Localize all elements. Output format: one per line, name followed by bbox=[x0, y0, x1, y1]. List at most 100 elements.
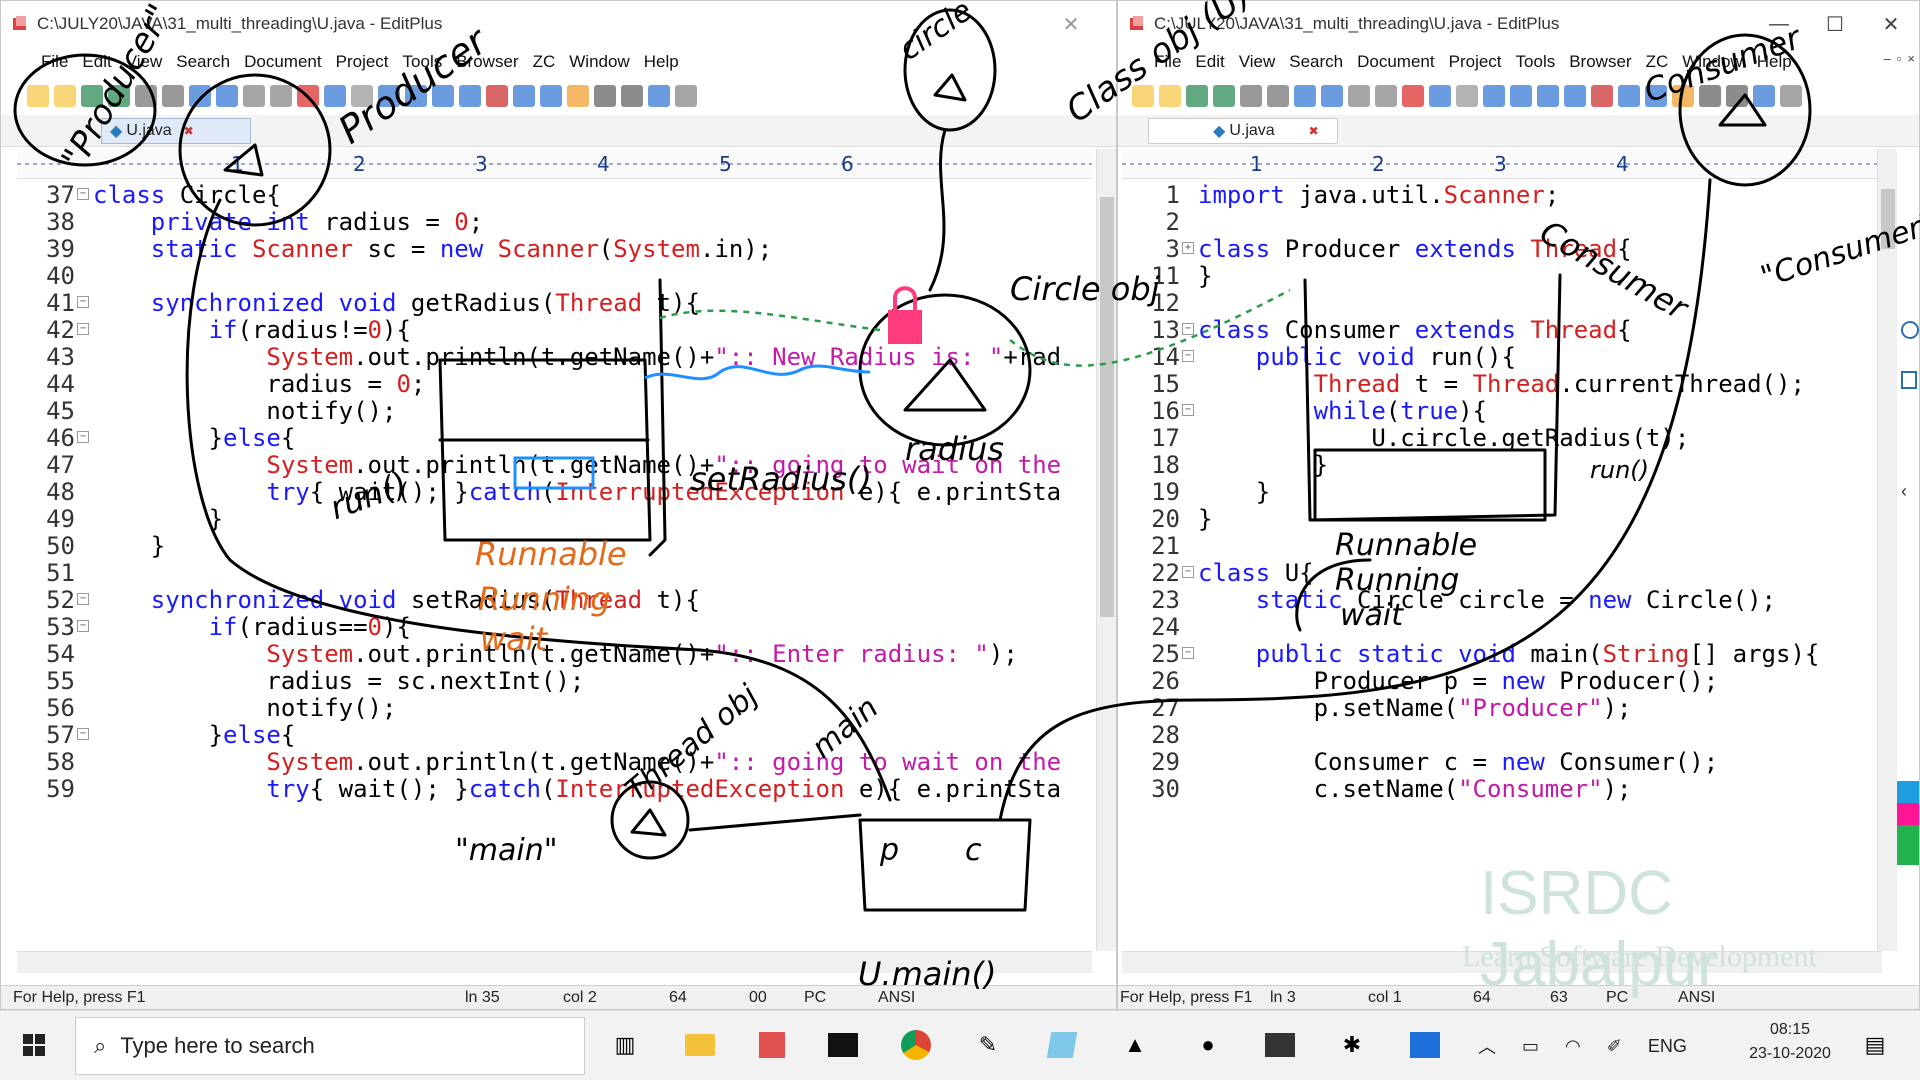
goto-icon[interactable] bbox=[459, 85, 481, 107]
save-all-icon[interactable] bbox=[108, 85, 130, 107]
maximize-icon[interactable]: ☐ bbox=[1807, 1, 1863, 47]
chevron-left-icon[interactable]: ‹ bbox=[1901, 481, 1907, 502]
menu-edit[interactable]: Edit bbox=[82, 52, 111, 72]
print-icon[interactable] bbox=[135, 85, 157, 107]
save-file-icon[interactable] bbox=[81, 85, 103, 107]
close-tab-icon[interactable]: ✖ bbox=[1309, 124, 1319, 138]
menu-tools[interactable]: Tools bbox=[403, 52, 443, 72]
redo-icon[interactable] bbox=[351, 85, 373, 107]
redo-icon[interactable] bbox=[1456, 85, 1478, 107]
menu-project[interactable]: Project bbox=[336, 52, 389, 72]
minimize-icon[interactable]: — bbox=[1751, 1, 1807, 47]
word-wrap-icon[interactable] bbox=[1645, 85, 1667, 107]
menu-help[interactable]: Help bbox=[1757, 52, 1792, 72]
ruler-icon[interactable] bbox=[1726, 85, 1748, 107]
menu-browser[interactable]: Browser bbox=[456, 52, 518, 72]
font-icon[interactable] bbox=[486, 85, 508, 107]
menu-file[interactable]: File bbox=[1154, 52, 1181, 72]
fold-toggle-icon[interactable]: − bbox=[1182, 350, 1194, 362]
delete-icon[interactable] bbox=[297, 85, 319, 107]
fold-toggle-icon[interactable]: − bbox=[77, 431, 89, 443]
open-file-icon[interactable] bbox=[54, 85, 76, 107]
fold-toggle-icon[interactable]: − bbox=[77, 728, 89, 740]
tab-u-java[interactable]: ◆ U.java ✖ bbox=[1148, 118, 1338, 144]
browser-icon[interactable] bbox=[648, 85, 670, 107]
menu-zc[interactable]: ZC bbox=[533, 52, 556, 72]
print-preview-icon[interactable] bbox=[162, 85, 184, 107]
menu-project[interactable]: Project bbox=[1449, 52, 1502, 72]
paste-icon[interactable] bbox=[270, 85, 292, 107]
mdi-restore-icon[interactable]: ▫ bbox=[1897, 51, 1902, 66]
menu-search[interactable]: Search bbox=[176, 52, 230, 72]
color-pink-swatch[interactable] bbox=[1897, 803, 1919, 825]
highlight-icon[interactable] bbox=[1672, 85, 1694, 107]
menu-help[interactable]: Help bbox=[644, 52, 679, 72]
terminal-icon[interactable] bbox=[823, 1025, 863, 1065]
menu-view[interactable]: View bbox=[1239, 52, 1276, 72]
menu-zc[interactable]: ZC bbox=[1646, 52, 1669, 72]
open-file-icon[interactable] bbox=[1159, 85, 1181, 107]
paste-icon[interactable] bbox=[1375, 85, 1397, 107]
battery-icon[interactable]: ▭ bbox=[1522, 1036, 1539, 1057]
undo-icon[interactable] bbox=[324, 85, 346, 107]
replace-icon[interactable] bbox=[1510, 85, 1532, 107]
fold-toggle-icon[interactable]: − bbox=[1182, 566, 1194, 578]
menu-browser[interactable]: Browser bbox=[1569, 52, 1631, 72]
code-area[interactable]: import java.util.Scanner;class Producer … bbox=[1198, 181, 1878, 951]
close-icon[interactable]: ✕ bbox=[1026, 1, 1116, 47]
ruler-icon[interactable] bbox=[621, 85, 643, 107]
pen-tool-icon[interactable]: ✎ bbox=[968, 1025, 1008, 1065]
fold-toggle-icon[interactable]: − bbox=[77, 620, 89, 632]
notes-icon[interactable] bbox=[1042, 1025, 1082, 1065]
file-explorer-icon[interactable] bbox=[680, 1025, 720, 1065]
menu-edit[interactable]: Edit bbox=[1195, 52, 1224, 72]
fold-toggle-icon[interactable]: − bbox=[1182, 323, 1194, 335]
tab-u-java[interactable]: ◆ U.java ✖ bbox=[101, 118, 251, 144]
fold-toggle-icon[interactable]: − bbox=[77, 323, 89, 335]
find-icon[interactable] bbox=[1483, 85, 1505, 107]
fold-toggle-icon[interactable]: − bbox=[77, 296, 89, 308]
spellcheck-icon[interactable] bbox=[189, 85, 211, 107]
hex-icon[interactable] bbox=[1618, 85, 1640, 107]
menu-file[interactable]: File bbox=[41, 52, 68, 72]
hex-icon[interactable] bbox=[513, 85, 535, 107]
chrome-icon[interactable] bbox=[896, 1025, 936, 1065]
tools-icon[interactable] bbox=[675, 85, 697, 107]
menu-search[interactable]: Search bbox=[1289, 52, 1343, 72]
browser-icon[interactable] bbox=[1753, 85, 1775, 107]
save-file-icon[interactable] bbox=[1186, 85, 1208, 107]
task-view-icon[interactable]: ▥ bbox=[605, 1025, 645, 1065]
scroll-thumb[interactable] bbox=[1881, 189, 1895, 249]
replace-icon[interactable] bbox=[405, 85, 427, 107]
code-area[interactable]: class Circle{ private int radius = 0; st… bbox=[93, 181, 1093, 951]
scroll-thumb[interactable] bbox=[1100, 197, 1114, 617]
whiteboard-icon[interactable] bbox=[1405, 1025, 1445, 1065]
copy-icon[interactable] bbox=[243, 85, 265, 107]
new-file-icon[interactable] bbox=[1132, 85, 1154, 107]
vertical-scrollbar[interactable] bbox=[1096, 149, 1116, 951]
mdi-close-icon[interactable]: × bbox=[1907, 51, 1915, 66]
fold-toggle-icon[interactable]: − bbox=[1182, 647, 1194, 659]
tools-icon[interactable] bbox=[1780, 85, 1802, 107]
spellcheck-icon[interactable] bbox=[1294, 85, 1316, 107]
goto-icon[interactable] bbox=[1564, 85, 1586, 107]
menu-window[interactable]: Window bbox=[569, 52, 629, 72]
fold-toggle-icon[interactable]: − bbox=[1182, 404, 1194, 416]
fold-toggle-icon[interactable]: − bbox=[77, 188, 89, 200]
menu-tools[interactable]: Tools bbox=[1516, 52, 1556, 72]
menu-document[interactable]: Document bbox=[1357, 52, 1434, 72]
copy-icon[interactable] bbox=[1348, 85, 1370, 107]
color-blue-swatch[interactable] bbox=[1897, 781, 1919, 803]
drive-icon[interactable]: ▲ bbox=[1115, 1025, 1155, 1065]
find-in-files-icon[interactable] bbox=[1537, 85, 1559, 107]
fold-toggle-icon[interactable]: − bbox=[77, 593, 89, 605]
mdi-minimize-icon[interactable]: – bbox=[1884, 51, 1891, 66]
menu-window[interactable]: Window bbox=[1682, 52, 1742, 72]
undo-icon[interactable] bbox=[1429, 85, 1451, 107]
word-wrap-icon[interactable] bbox=[540, 85, 562, 107]
editplus-taskbar-icon[interactable] bbox=[752, 1025, 792, 1065]
fold-toggle-icon[interactable]: + bbox=[1182, 242, 1194, 254]
lamp-icon[interactable]: ● bbox=[1188, 1025, 1228, 1065]
windows-start-icon[interactable] bbox=[14, 1025, 54, 1065]
cut-icon[interactable] bbox=[1321, 85, 1343, 107]
